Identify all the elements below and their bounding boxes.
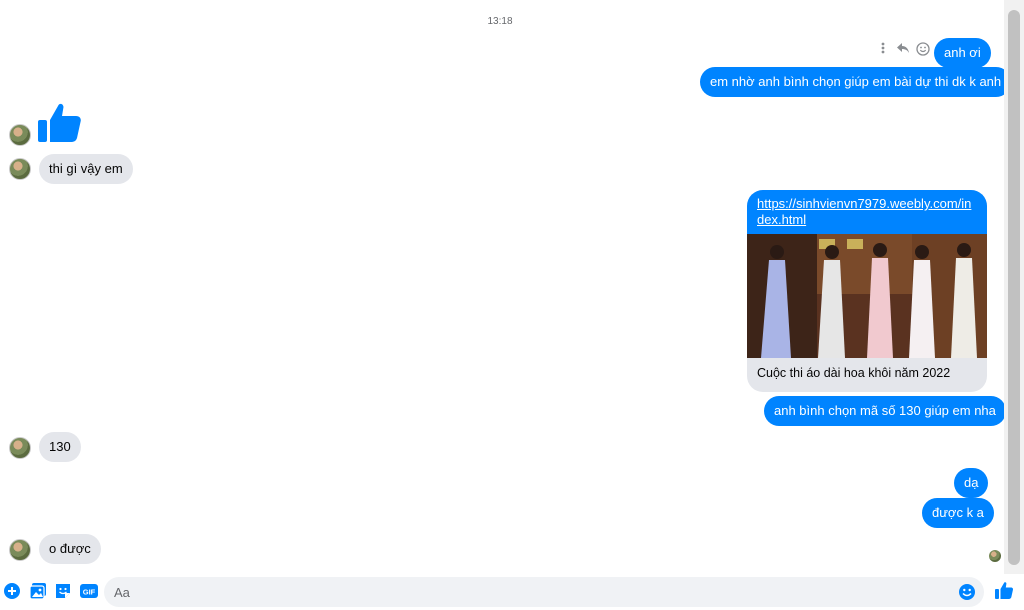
- sticker-icon[interactable]: [54, 582, 72, 600]
- svg-text:GIF: GIF: [83, 588, 96, 597]
- message-input-container: [104, 577, 984, 607]
- smiley-icon[interactable]: [916, 42, 930, 58]
- thumbs-up-icon[interactable]: [994, 581, 1014, 601]
- composer: GIF: [0, 574, 1024, 610]
- avatar[interactable]: [9, 437, 31, 459]
- avatar[interactable]: [9, 539, 31, 561]
- emoji-icon[interactable]: [958, 583, 976, 601]
- message-bubble[interactable]: dạ: [954, 468, 989, 498]
- link-preview-image[interactable]: [747, 234, 987, 358]
- message-bubble[interactable]: anh bình chọn mã số 130 giúp em nha: [764, 396, 1006, 426]
- image-icon[interactable]: [29, 582, 47, 600]
- reply-icon[interactable]: [896, 42, 910, 58]
- message-bubble[interactable]: thi gì vậy em: [39, 154, 133, 184]
- seen-avatar: [989, 550, 1001, 562]
- timestamp: 13:18: [487, 16, 513, 27]
- message-thread: 13:18 anh ơi em nhờ anh bình chọn giúp e…: [0, 0, 1012, 570]
- link-url[interactable]: https://sinhvienvn7979.weebly.com/index.…: [747, 190, 987, 234]
- more-vertical-icon[interactable]: [876, 42, 890, 58]
- message-bubble[interactable]: em nhờ anh bình chọn giúp em bài dự thi …: [700, 67, 1012, 97]
- message-bubble[interactable]: anh ơi: [934, 38, 991, 68]
- avatar[interactable]: [9, 158, 31, 180]
- link-title: Cuộc thi áo dài hoa khôi năm 2022: [757, 366, 951, 380]
- link-preview-card[interactable]: https://sinhvienvn7979.weebly.com/index.…: [747, 190, 987, 392]
- scrollbar[interactable]: [1004, 0, 1024, 574]
- gif-icon[interactable]: GIF: [79, 582, 99, 600]
- message-actions: [876, 42, 930, 58]
- message-input[interactable]: [104, 577, 944, 607]
- message-bubble[interactable]: o được: [39, 534, 101, 564]
- like-sticker[interactable]: [36, 100, 84, 148]
- avatar[interactable]: [9, 124, 31, 146]
- scrollbar-thumb[interactable]: [1008, 10, 1020, 565]
- message-bubble[interactable]: 130: [39, 432, 81, 462]
- message-bubble[interactable]: được k a: [922, 498, 994, 528]
- plus-circle-icon[interactable]: [3, 582, 21, 600]
